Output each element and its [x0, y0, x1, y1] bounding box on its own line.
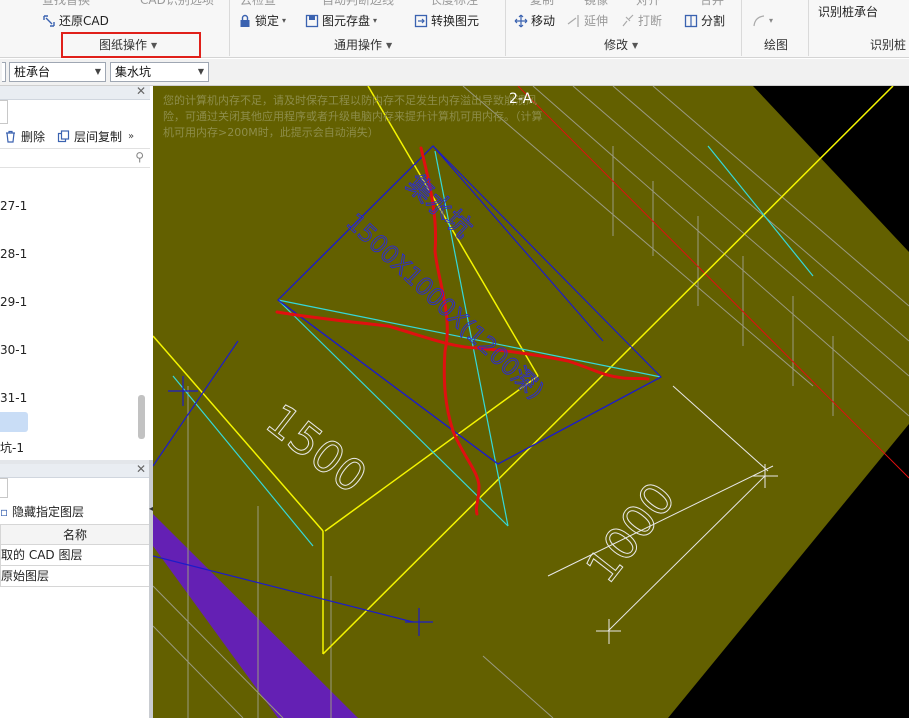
find-replace-button[interactable]: 查找替换 — [42, 0, 90, 9]
align-button[interactable]: 对齐 — [636, 0, 660, 9]
left-panel: ✕ 删除 层间复制 » ⚲ 27-1 28-1 29-1 30-1 31-1 坑… — [0, 84, 153, 718]
hide-layer-button[interactable]: ▫ 隐藏指定图层 — [0, 503, 84, 520]
extend-icon — [567, 15, 579, 27]
column-header-name[interactable]: 名称 — [0, 524, 150, 545]
copy-button[interactable]: 复制 — [530, 0, 554, 9]
tree-item[interactable]: 坑-1 — [0, 439, 24, 456]
convert-icon — [414, 14, 428, 28]
delete-button[interactable]: 删除 — [21, 128, 45, 145]
layer-panel-tab[interactable] — [0, 478, 8, 498]
chevron-down-icon: ▼ — [386, 40, 393, 50]
mirror-button[interactable]: 镜像 — [584, 0, 608, 9]
element-type-combo[interactable]: 桩承台 ▼ — [9, 62, 106, 82]
cad-options-button[interactable]: CAD识别选项 — [140, 0, 214, 9]
element-name-combo[interactable]: 集水坑 ▼ — [110, 62, 209, 82]
combo-partial[interactable] — [2, 62, 6, 82]
split-label: 分割 — [701, 14, 726, 28]
split-icon — [684, 14, 698, 28]
lock-button[interactable]: 锁定 ▾ — [238, 12, 286, 30]
memory-warning: 您的计算机内存不足，请及时保存工程以防内存不足发生内存溢出导致崩溃风险，可通过关… — [163, 94, 543, 139]
panel-header: ✕ — [0, 84, 150, 100]
ribbon: 查找替换 CAD识别选项 云检查 自动判断边线 长度标注 复制 镜像 对齐 合并… — [0, 0, 909, 58]
highlight-box — [61, 32, 201, 58]
element-name-value: 集水坑 — [115, 65, 152, 79]
chevron-down-icon: ▼ — [197, 67, 204, 76]
app-window: 查找替换 CAD识别选项 云检查 自动判断边线 长度标注 复制 镜像 对齐 合并… — [0, 0, 909, 718]
tree-item[interactable]: 27-1 — [0, 199, 27, 213]
merge-button[interactable]: 合并 — [700, 0, 724, 9]
move-icon — [514, 14, 528, 28]
tree-item[interactable]: 28-1 — [0, 247, 27, 261]
chevron-down-icon: ▾ — [373, 16, 378, 25]
arc-tool-button[interactable]: ▾ — [752, 12, 773, 30]
length-dim-button[interactable]: 长度标注 — [430, 0, 478, 9]
ribbon-separator — [741, 0, 742, 56]
more-icon[interactable]: » — [128, 131, 134, 142]
ribbon-separator — [505, 0, 506, 56]
panel-tab[interactable] — [0, 100, 8, 124]
split-button[interactable]: 分割 — [684, 12, 725, 30]
tree-item[interactable]: 29-1 — [0, 295, 27, 309]
break-label: 打断 — [638, 14, 663, 28]
break-icon — [622, 14, 634, 27]
floor-copy-button[interactable]: 层间复制 — [74, 128, 122, 145]
drawing-canvas[interactable]: 1500 1000 集水坑 1500X1000X(1200深) 您的计算机内存不… — [153, 86, 909, 718]
convert-element-label: 转换图元 — [431, 14, 480, 28]
extend-button[interactable]: 延伸 — [567, 12, 608, 30]
block-save-icon — [305, 14, 319, 28]
block-save-label: 图元存盘 — [322, 14, 371, 28]
layer-icon: ▫ — [0, 505, 9, 519]
selected-tree-item[interactable] — [0, 412, 28, 432]
general-ops-group[interactable]: 通用操作 ▼ — [334, 37, 392, 53]
close-icon[interactable]: ✕ — [136, 84, 146, 98]
hide-layer-label: 隐藏指定图层 — [11, 505, 84, 519]
cloud-check-button[interactable]: 云检查 — [240, 0, 276, 9]
search-icon: ⚲ — [135, 150, 144, 164]
element-type-value: 桩承台 — [14, 65, 51, 79]
layer-table: 名称 取的 CAD 图层 原始图层 — [0, 524, 150, 587]
restore-cad-button[interactable]: 还原CAD — [42, 12, 109, 30]
identify-pile-cap-button[interactable]: 识别桩承台 — [818, 3, 878, 21]
auto-edge-button[interactable]: 自动判断边线 — [322, 0, 394, 9]
chevron-down-icon: ▾ — [282, 16, 287, 25]
cad-drawing[interactable]: 1500 1000 集水坑 1500X1000X(1200深) — [153, 86, 909, 718]
close-icon[interactable]: ✕ — [136, 462, 146, 476]
draw-group: 绘图 — [764, 38, 789, 52]
break-button[interactable]: 打断 — [621, 12, 662, 30]
move-label: 移动 — [531, 14, 556, 28]
arc-icon — [753, 15, 765, 27]
copy-icon — [57, 129, 70, 142]
trash-icon — [6, 130, 15, 143]
chevron-down-icon: ▼ — [632, 40, 639, 50]
restore-cad-icon — [43, 15, 55, 27]
chevron-down-icon: ▾ — [769, 16, 774, 25]
scrollbar-thumb[interactable] — [138, 395, 145, 439]
chevron-down-icon: ▼ — [94, 67, 101, 76]
identify-group: 识别桩 — [870, 38, 907, 52]
lock-icon — [240, 14, 250, 27]
extend-label: 延伸 — [584, 14, 609, 28]
component-toolbar: 删除 层间复制 » — [0, 124, 150, 148]
ribbon-separator — [808, 0, 809, 56]
identify-pile-cap-label: 识别桩承台 — [818, 5, 879, 19]
search-input[interactable]: ⚲ — [0, 148, 150, 168]
move-button[interactable]: 移动 — [514, 12, 555, 30]
tree-item[interactable]: 30-1 — [0, 343, 27, 357]
block-save-button[interactable]: 图元存盘 ▾ — [305, 12, 377, 30]
lock-label: 锁定 — [255, 14, 280, 28]
selector-bar: 桩承台 ▼ 集水坑 ▼ — [0, 59, 909, 86]
modify-group[interactable]: 修改 ▼ — [604, 37, 638, 53]
restore-cad-label: 还原CAD — [59, 14, 109, 28]
table-row[interactable]: 原始图层 — [0, 566, 150, 587]
axis-label: 2-A — [509, 91, 533, 107]
tree-item[interactable]: 31-1 — [0, 391, 27, 405]
ribbon-separator — [229, 0, 230, 56]
layer-panel-header: ✕ — [0, 462, 150, 478]
table-row[interactable]: 取的 CAD 图层 — [0, 545, 150, 566]
convert-element-button[interactable]: 转换图元 — [414, 12, 479, 30]
